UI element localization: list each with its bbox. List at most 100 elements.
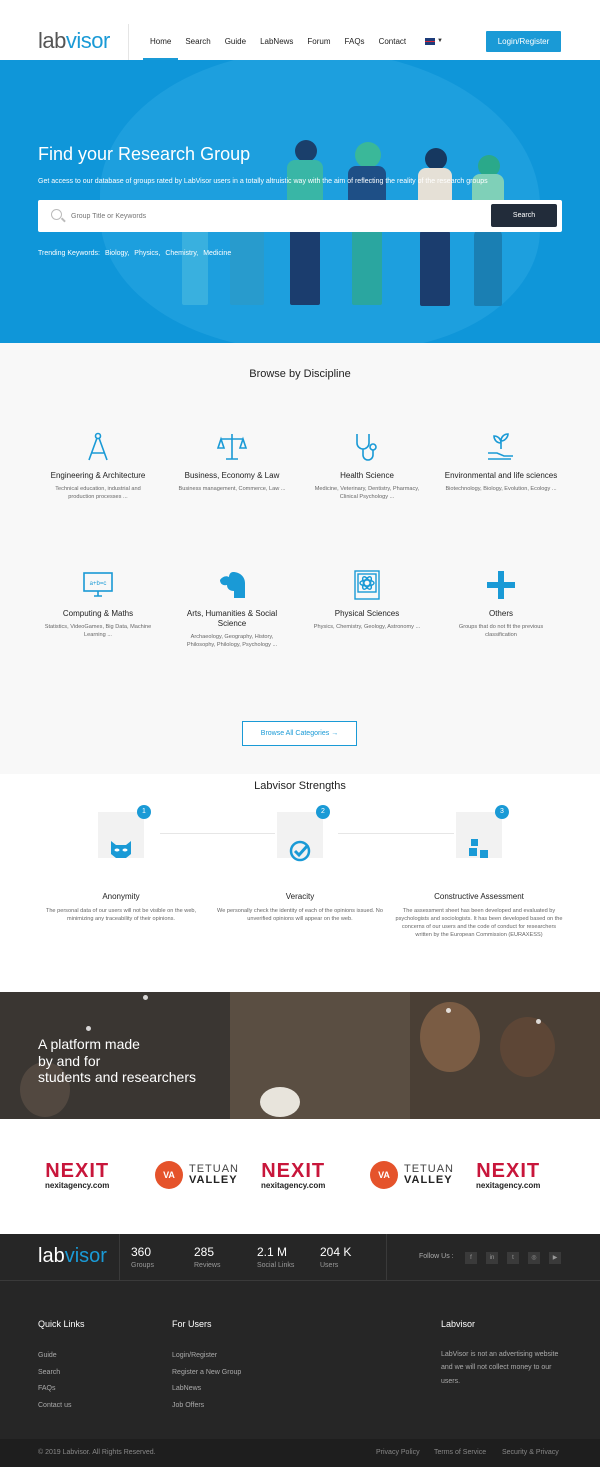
search-icon [51, 209, 62, 220]
footer-link-guide[interactable]: Guide [38, 1348, 85, 1365]
footer-logo[interactable]: labvisor [38, 1245, 107, 1268]
category-engineering[interactable]: Engineering & Architecture Technical edu… [38, 431, 158, 501]
partner-logo-nexit[interactable]: NEXIT nexitagency.com [476, 1161, 540, 1190]
strength-icon-box [277, 812, 323, 862]
stat-social-links: 2.1 M Social Links [257, 1245, 295, 1269]
strength-icon-box [456, 812, 502, 858]
partner-logo-nexit[interactable]: NEXIT nexitagency.com [45, 1161, 109, 1190]
network-dot [536, 1019, 541, 1024]
browse-title: Browse by Discipline [249, 368, 351, 380]
footer-quick-links: Quick Links Guide Search FAQs Contact us [38, 1319, 85, 1415]
trending-keyword-medicine[interactable]: Medicine [203, 250, 231, 257]
footer-link-faqs[interactable]: FAQs [38, 1381, 85, 1398]
hero-search-box [38, 200, 562, 232]
footer-link-register-group[interactable]: Register a New Group [172, 1365, 241, 1382]
instagram-icon[interactable]: ◎ [528, 1252, 540, 1264]
category-arts[interactable]: Arts, Humanities & Social Science Archae… [172, 569, 292, 649]
nav-guide[interactable]: Guide [218, 0, 253, 60]
category-business[interactable]: Business, Economy & Law Business managem… [172, 431, 292, 493]
footer-link-contact[interactable]: Contact us [38, 1398, 85, 1415]
scales-icon [216, 434, 248, 460]
follow-us-label: Follow Us : [419, 1253, 454, 1260]
category-physical[interactable]: Physical Sciences Physics, Chemistry, Ge… [307, 569, 427, 631]
trending-keyword-chemistry[interactable]: Chemistry, [165, 250, 198, 257]
footer-for-users: For Users Login/Register Register a New … [172, 1319, 241, 1415]
copyright-text: © 2019 Labvisor. All Rights Reserved. [38, 1449, 156, 1456]
strength-number-badge: 1 [137, 805, 151, 819]
category-health[interactable]: Health Science Medicine, Veterinary, Den… [307, 431, 427, 501]
search-input[interactable] [71, 200, 491, 232]
hero-title: Find your Research Group [38, 144, 251, 164]
footer-about: Labvisor LabVisor is not an advertising … [441, 1319, 559, 1385]
twitter-icon[interactable]: t [507, 1252, 519, 1264]
strength-number-badge: 2 [316, 805, 330, 819]
compass-icon [88, 432, 108, 461]
banner-photo-person [500, 1017, 555, 1077]
browse-section: Browse by Discipline Engineering & Archi… [0, 343, 600, 774]
partners-section: NEXIT nexitagency.com VA TETUAN VALLEY NE… [0, 1119, 600, 1234]
category-computing[interactable]: a+b=c Computing & Maths Statistics, Vide… [38, 569, 158, 639]
blocks-icon [469, 839, 488, 858]
stat-groups: 360 Groups [131, 1245, 154, 1269]
nav-faqs[interactable]: FAQs [338, 0, 372, 60]
svg-text:a+b=c: a+b=c [90, 581, 107, 587]
search-button[interactable]: Search [491, 204, 557, 227]
site-header: labvisor Home Search Guide LabNews Forum… [0, 0, 600, 60]
partner-logo-nexit[interactable]: NEXIT nexitagency.com [261, 1161, 325, 1190]
strength-constructive: 3 Constructive Assessment The assessment… [393, 805, 565, 939]
platform-banner: A platform made by and for students and … [0, 992, 600, 1119]
plant-hand-icon [488, 433, 513, 460]
language-flag-icon[interactable] [425, 38, 435, 45]
strength-number-badge: 3 [495, 805, 509, 819]
trending-keywords: Trending Keywords: Biology, Physics, Che… [38, 250, 234, 257]
browse-all-categories-button[interactable]: Browse All Categories → [242, 721, 357, 746]
nav-contact[interactable]: Contact [372, 0, 414, 60]
stats-bar: labvisor 360 Groups 285 Reviews 2.1 M So… [0, 1234, 600, 1281]
mask-icon [111, 841, 131, 858]
login-register-button[interactable]: Login/Register [486, 31, 561, 52]
site-logo[interactable]: labvisor [38, 28, 110, 54]
partner-logo-tetuan-valley[interactable]: VA TETUAN VALLEY [155, 1161, 239, 1189]
nav-forum[interactable]: Forum [300, 0, 337, 60]
thinker-icon [220, 572, 245, 598]
monitor-icon: a+b=c [83, 572, 113, 597]
trending-label: Trending Keywords: [38, 250, 100, 257]
banner-headline: A platform made by and for students and … [38, 1036, 196, 1085]
network-dot [446, 1008, 451, 1013]
strength-anonymity: 1 Anonymity The personal data of our use… [35, 805, 207, 923]
language-caret-icon[interactable]: ▼ [437, 38, 443, 44]
nav-home[interactable]: Home [143, 0, 179, 60]
facebook-icon[interactable]: f [465, 1252, 477, 1264]
strength-veracity: 2 Veracity We personally check the ident… [214, 805, 386, 923]
check-badge-icon [289, 840, 311, 862]
hero-subtitle: Get access to our database of groups rat… [38, 178, 488, 185]
stethoscope-icon [356, 434, 377, 461]
partner-logo-tetuan-valley[interactable]: VA TETUAN VALLEY [370, 1161, 454, 1189]
copyright-bar: © 2019 Labvisor. All Rights Reserved. Pr… [0, 1439, 600, 1467]
youtube-icon[interactable]: ▶ [549, 1252, 561, 1264]
network-dot [86, 1026, 91, 1031]
strengths-section: Labvisor Strengths 1 Anonymity The perso… [0, 774, 600, 992]
nav-search[interactable]: Search [178, 0, 217, 60]
security-privacy-link[interactable]: Security & Privacy [502, 1449, 559, 1456]
privacy-policy-link[interactable]: Privacy Policy [376, 1449, 420, 1456]
category-others[interactable]: Others Groups that do not fit the previo… [441, 569, 561, 639]
banner-photo-detail [260, 1087, 300, 1117]
atom-book-icon [354, 570, 380, 600]
hero-section: Find your Research Group Get access to o… [0, 60, 600, 343]
footer-link-labnews[interactable]: LabNews [172, 1381, 241, 1398]
strength-icon-box [98, 812, 144, 858]
terms-of-service-link[interactable]: Terms of Service [434, 1449, 486, 1456]
trending-keyword-biology[interactable]: Biology, [105, 250, 129, 257]
trending-keyword-physics[interactable]: Physics, [134, 250, 160, 257]
stat-users: 204 K Users [320, 1245, 352, 1269]
category-environmental[interactable]: Environmental and life sciences Biotechn… [441, 431, 561, 493]
site-footer: Quick Links Guide Search FAQs Contact us… [0, 1281, 600, 1439]
header-divider [128, 24, 129, 60]
strengths-title: Labvisor Strengths [254, 780, 346, 792]
nav-labnews[interactable]: LabNews [253, 0, 300, 60]
footer-link-search[interactable]: Search [38, 1365, 85, 1382]
footer-link-job-offers[interactable]: Job Offers [172, 1398, 241, 1415]
footer-link-login[interactable]: Login/Register [172, 1348, 241, 1365]
linkedin-icon[interactable]: in [486, 1252, 498, 1264]
